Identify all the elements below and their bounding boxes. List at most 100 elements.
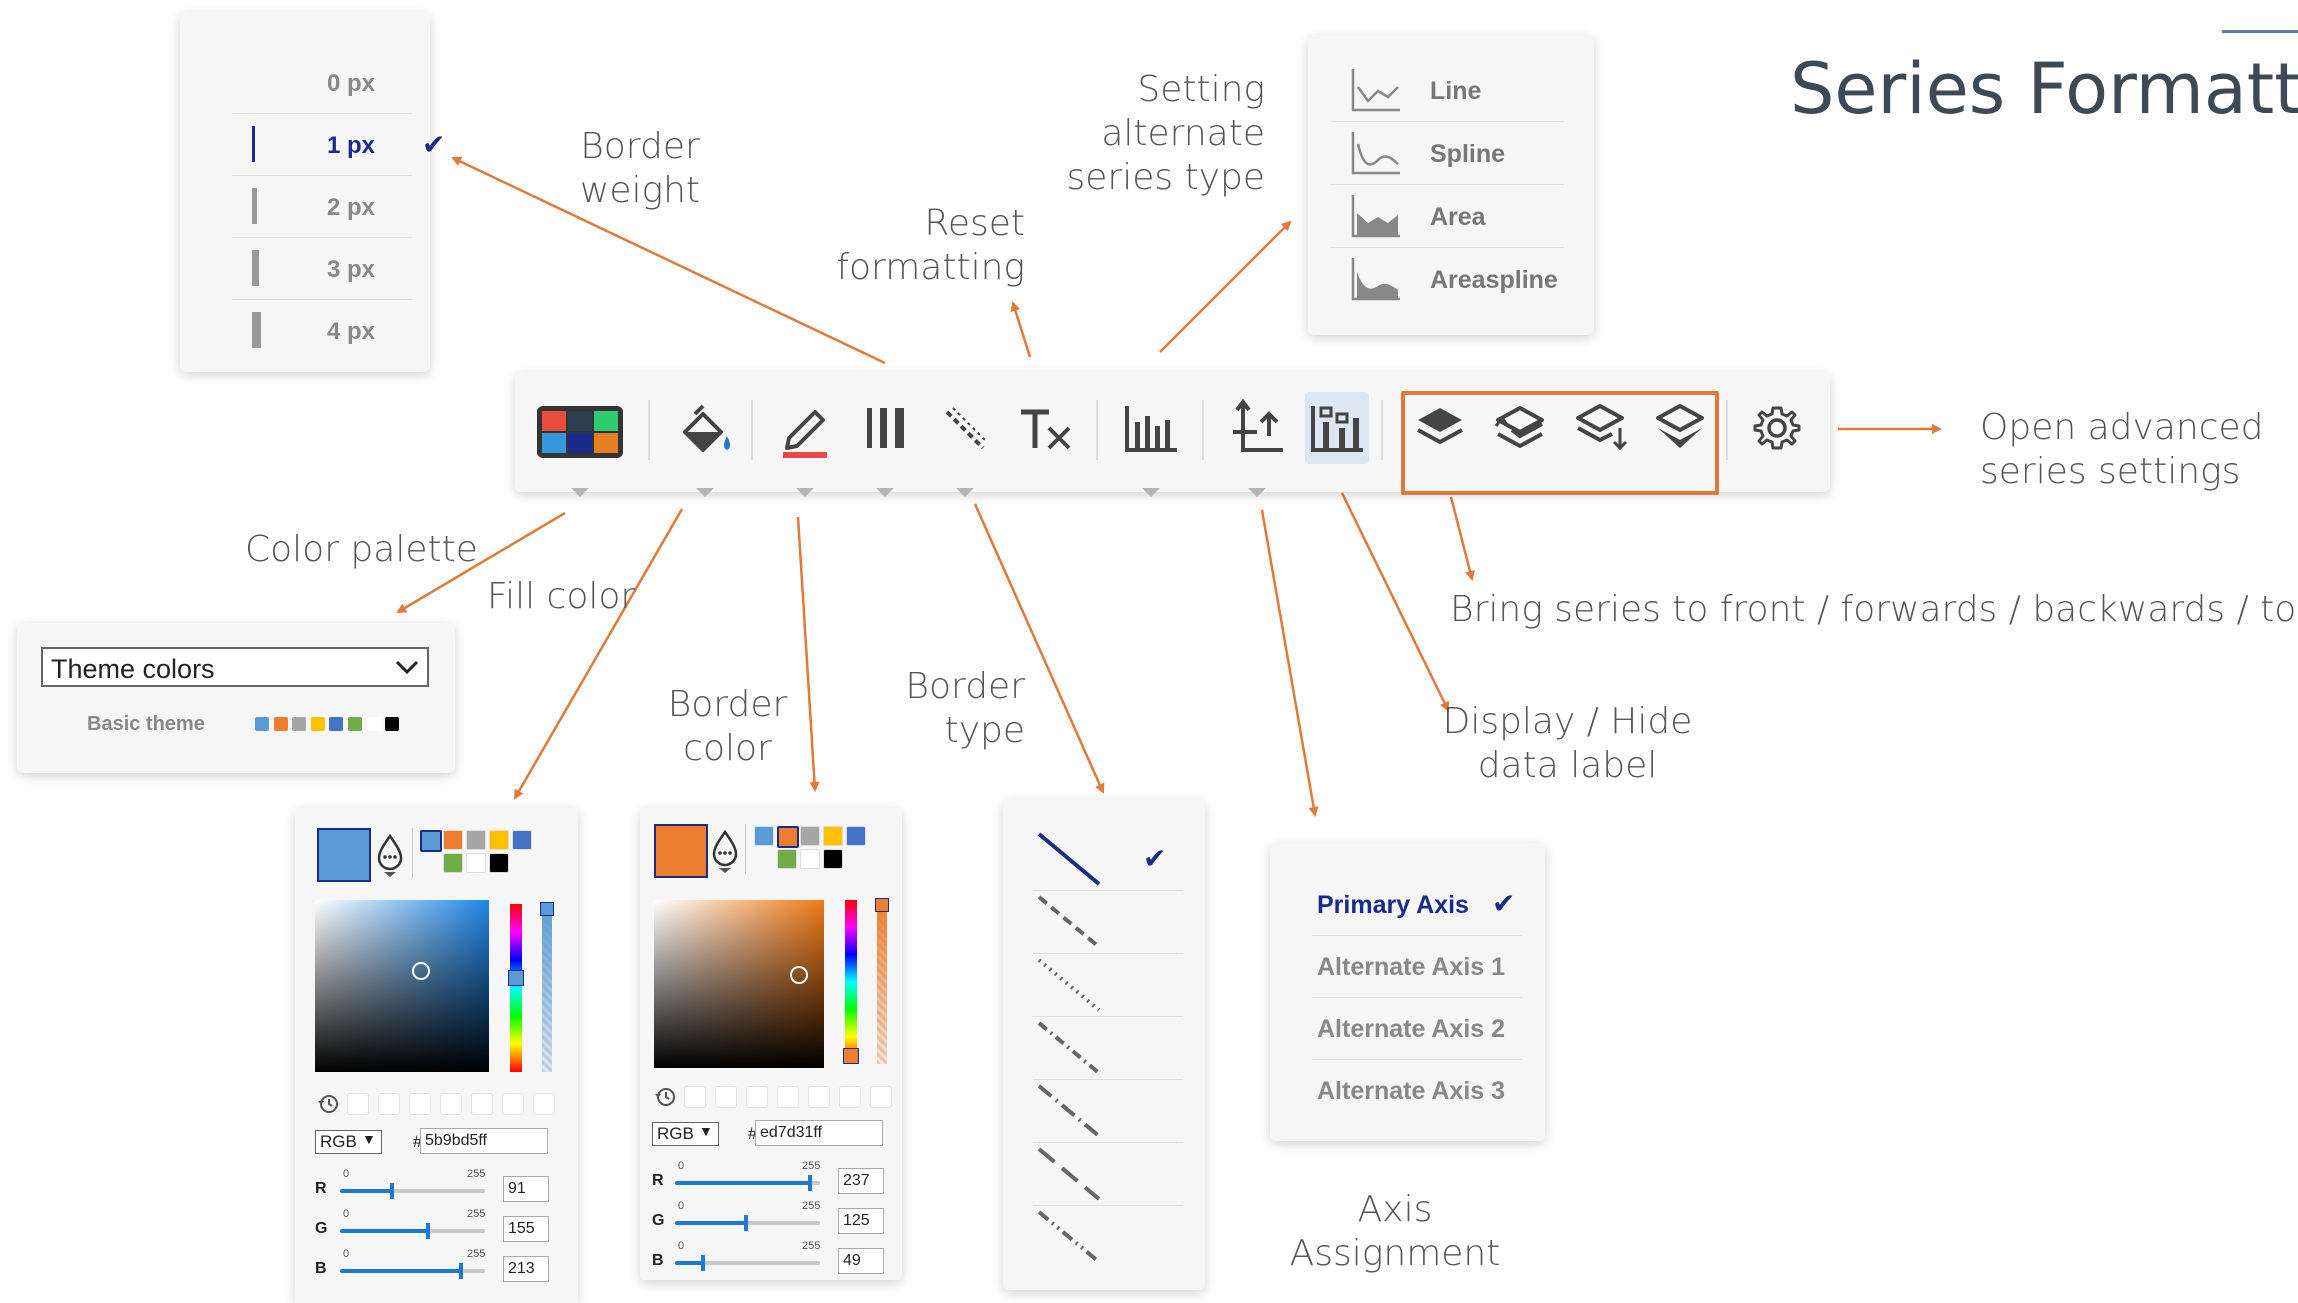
preset-swatch[interactable] xyxy=(823,826,843,846)
r-input[interactable]: 237 xyxy=(838,1168,884,1194)
saturation-area[interactable] xyxy=(654,900,824,1068)
axis-option-alt2[interactable]: Alternate Axis 2 xyxy=(1312,997,1522,1060)
preset-swatch[interactable] xyxy=(489,853,509,873)
preset-swatch[interactable] xyxy=(512,830,532,850)
preset-swatch[interactable] xyxy=(466,830,486,850)
series-type-option-spline[interactable]: Spline xyxy=(1330,122,1564,185)
b-slider-fill[interactable] xyxy=(340,1269,461,1273)
g-input[interactable]: 155 xyxy=(503,1216,549,1242)
saturation-cursor[interactable] xyxy=(412,962,430,980)
hue-slider[interactable] xyxy=(508,904,524,1072)
color-mode-select[interactable]: RGB ▼ xyxy=(315,1130,382,1154)
recent-color-slot[interactable] xyxy=(746,1086,768,1108)
axis-option-alt1[interactable]: Alternate Axis 1 xyxy=(1312,935,1522,998)
border-weight-option-selected[interactable]: 1 px ✔ xyxy=(232,113,445,176)
hue-thumb[interactable] xyxy=(843,1048,859,1064)
preset-swatch[interactable] xyxy=(754,826,774,846)
g-slider-thumb[interactable] xyxy=(426,1223,430,1239)
border-type-option-dash[interactable] xyxy=(1033,891,1183,954)
color-mode-select[interactable]: RGB ▼ xyxy=(652,1122,719,1146)
b-slider-fill[interactable] xyxy=(675,1261,703,1265)
r-label: R xyxy=(652,1172,664,1189)
saturation-area[interactable] xyxy=(315,900,489,1072)
preset-swatch[interactable] xyxy=(489,830,509,850)
g-slider-fill[interactable] xyxy=(340,1229,428,1233)
border-weight-option-label: 1 px xyxy=(327,132,376,159)
fill-color-button[interactable] xyxy=(673,392,737,497)
g-input[interactable]: 125 xyxy=(838,1208,884,1234)
r-slider-thumb[interactable] xyxy=(390,1183,394,1199)
border-type-option-dash-dot[interactable] xyxy=(1033,1017,1183,1080)
border-type-option-dash-dot-dot[interactable] xyxy=(1033,1206,1183,1268)
hex-input[interactable]: 5b9bd5ff xyxy=(420,1128,548,1154)
alpha-slider[interactable] xyxy=(875,898,889,1064)
recent-color-slot[interactable] xyxy=(533,1093,555,1115)
advanced-settings-button[interactable] xyxy=(1745,392,1809,464)
recent-color-slot[interactable] xyxy=(839,1086,861,1108)
reset-formatting-button[interactable] xyxy=(1013,392,1077,464)
b-slider-thumb[interactable] xyxy=(701,1255,705,1271)
preset-swatch[interactable] xyxy=(800,826,820,846)
border-weight-option[interactable]: 4 px xyxy=(232,299,412,362)
hex-input[interactable]: ed7d31ff xyxy=(755,1120,883,1146)
r-slider-fill[interactable] xyxy=(340,1189,392,1193)
separator xyxy=(1726,400,1728,460)
recent-color-slot[interactable] xyxy=(440,1093,462,1115)
series-type-option-line[interactable]: Line xyxy=(1330,59,1564,122)
preset-swatch[interactable] xyxy=(443,830,463,850)
alpha-thumb[interactable] xyxy=(540,902,554,916)
border-weight-option[interactable]: 3 px xyxy=(232,237,412,300)
saturation-cursor[interactable] xyxy=(790,966,808,984)
series-type-button[interactable] xyxy=(1119,392,1183,497)
recent-color-slot[interactable] xyxy=(502,1093,524,1115)
r-input[interactable]: 91 xyxy=(503,1176,549,1202)
b-input[interactable]: 213 xyxy=(503,1256,549,1282)
axis-assignment-button[interactable] xyxy=(1225,392,1289,497)
recent-color-slot[interactable] xyxy=(684,1086,706,1108)
preset-swatch[interactable] xyxy=(443,853,463,873)
recent-color-slot[interactable] xyxy=(409,1093,431,1115)
preset-swatch[interactable] xyxy=(420,830,442,852)
r-slider-fill[interactable] xyxy=(675,1181,810,1185)
border-type-option-long-dash-dot[interactable] xyxy=(1033,1080,1183,1143)
border-type-button[interactable] xyxy=(933,392,997,497)
recent-color-slot[interactable] xyxy=(715,1086,737,1108)
border-type-option-long-dash[interactable] xyxy=(1033,1143,1183,1206)
axis-option-primary[interactable]: Primary Axis ✔ xyxy=(1312,873,1522,936)
axis-option-alt3[interactable]: Alternate Axis 3 xyxy=(1312,1059,1522,1121)
preset-swatch[interactable] xyxy=(846,826,866,846)
alpha-slider[interactable] xyxy=(540,902,554,1072)
preset-swatch[interactable] xyxy=(800,849,820,869)
recent-color-slot[interactable] xyxy=(870,1086,892,1108)
palette-select[interactable]: Theme colors xyxy=(41,647,429,687)
preset-swatch[interactable] xyxy=(777,849,797,869)
recent-color-slot[interactable] xyxy=(471,1093,493,1115)
preset-swatch[interactable] xyxy=(466,853,486,873)
g-slider-thumb[interactable] xyxy=(744,1215,748,1231)
recent-color-slot[interactable] xyxy=(777,1086,799,1108)
color-palette-button[interactable] xyxy=(535,392,625,497)
hue-thumb[interactable] xyxy=(508,970,524,986)
hue-slider[interactable] xyxy=(843,900,859,1064)
preset-swatch[interactable] xyxy=(777,826,799,848)
preset-swatch[interactable] xyxy=(823,849,843,869)
g-slider-fill[interactable] xyxy=(675,1221,746,1225)
series-type-option-area[interactable]: Area xyxy=(1330,185,1564,248)
eyedropper-icon[interactable] xyxy=(375,834,405,878)
data-label-button[interactable] xyxy=(1305,392,1369,464)
border-type-option-dot[interactable] xyxy=(1033,954,1183,1017)
border-weight-option[interactable]: 0 px xyxy=(232,52,412,114)
border-color-button[interactable] xyxy=(773,392,837,497)
series-type-option-areaspline[interactable]: Areaspline xyxy=(1330,248,1564,310)
recent-color-slot[interactable] xyxy=(347,1093,369,1115)
b-input[interactable]: 49 xyxy=(838,1248,884,1274)
recent-color-slot[interactable] xyxy=(378,1093,400,1115)
label-border-color: Border color xyxy=(667,684,788,769)
b-slider-thumb[interactable] xyxy=(459,1263,463,1279)
border-weight-option[interactable]: 2 px xyxy=(232,175,412,238)
border-weight-button[interactable] xyxy=(853,392,917,497)
eyedropper-icon[interactable] xyxy=(710,830,740,874)
recent-color-slot[interactable] xyxy=(808,1086,830,1108)
alpha-thumb[interactable] xyxy=(875,898,889,912)
r-slider-thumb[interactable] xyxy=(808,1175,812,1191)
